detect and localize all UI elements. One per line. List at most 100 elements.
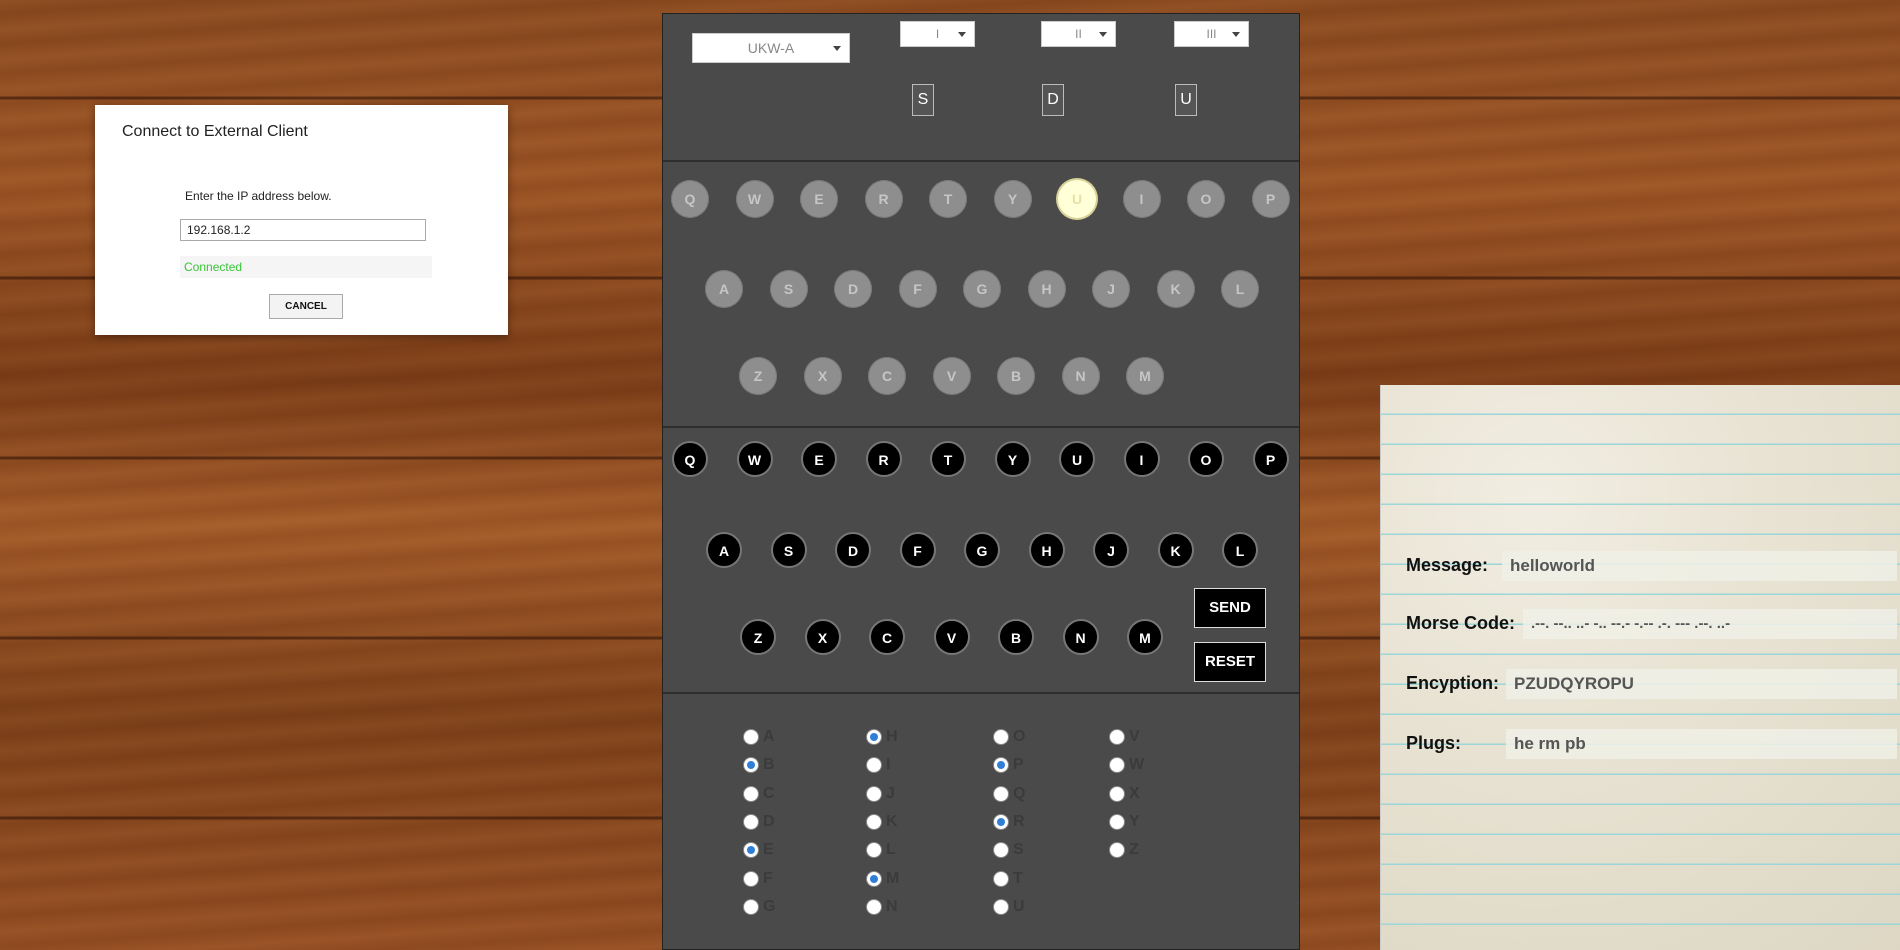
plug-radio[interactable] [993, 757, 1009, 774]
plug-radio[interactable] [743, 757, 759, 774]
plug-radio[interactable] [743, 785, 759, 802]
plug-radio[interactable] [1109, 842, 1125, 859]
key-u[interactable]: U [1059, 441, 1095, 477]
key-v[interactable]: V [933, 619, 970, 655]
plug-label: Q [1013, 784, 1026, 802]
key-j[interactable]: J [1093, 532, 1129, 568]
key-m[interactable]: M [1127, 619, 1163, 655]
plug-radio[interactable] [743, 729, 759, 745]
key-k[interactable]: K [1157, 532, 1194, 568]
rotor-2-position[interactable]: D [1042, 84, 1064, 116]
send-button[interactable]: SEND [1194, 588, 1266, 628]
chevron-down-icon [1099, 32, 1107, 37]
plug-radio[interactable] [866, 813, 882, 830]
plug-radio[interactable] [743, 870, 759, 887]
lamp-x: X [803, 357, 842, 395]
plug-radio[interactable] [993, 785, 1009, 802]
lamp-b: B [997, 357, 1035, 395]
lamp-z: Z [739, 357, 777, 395]
lamp-p: P [1251, 180, 1290, 218]
encryption-field[interactable]: PZUDQYROPU [1506, 669, 1897, 699]
enigma-machine: UKW-A I II III S D U QWERTYUIOPASDFGHJKL… [662, 13, 1300, 950]
key-w[interactable]: W [736, 441, 773, 477]
lamp-v: V [932, 357, 971, 395]
rotor-3-select[interactable]: III [1174, 21, 1249, 47]
plug-radio[interactable] [866, 729, 882, 745]
plug-radio[interactable] [866, 898, 882, 915]
plug-label: T [1013, 869, 1023, 887]
plug-radio[interactable] [993, 729, 1009, 745]
key-d[interactable]: D [835, 532, 871, 568]
rotor-1-label: I [935, 27, 940, 41]
rotor-3-position[interactable]: U [1175, 84, 1197, 116]
reset-button[interactable]: RESET [1194, 642, 1266, 682]
key-a[interactable]: A [706, 532, 742, 568]
plug-radio[interactable] [743, 842, 759, 859]
lamp-i: I [1122, 180, 1161, 218]
plug-label: G [763, 897, 776, 915]
lamp-m: M [1126, 357, 1164, 395]
plug-label: N [886, 897, 898, 915]
plug-radio[interactable] [993, 842, 1009, 859]
plug-radio[interactable] [866, 842, 882, 859]
key-z[interactable]: Z [740, 619, 776, 655]
plug-label: K [886, 812, 898, 830]
lamp-f: F [898, 270, 937, 308]
key-t[interactable]: T [930, 441, 966, 477]
rotor-1-select[interactable]: I [900, 21, 975, 47]
key-h[interactable]: H [1028, 532, 1065, 568]
lamp-l: L [1221, 270, 1259, 308]
rotor-3-label: III [1206, 27, 1217, 41]
plug-radio[interactable] [1109, 813, 1125, 830]
plug-label: M [886, 869, 900, 887]
plug-radio[interactable] [866, 785, 882, 802]
plug-radio[interactable] [866, 870, 882, 887]
plug-label: I [886, 756, 891, 774]
message-field[interactable]: helloworld [1502, 551, 1897, 581]
key-f[interactable]: F [899, 532, 936, 568]
ip-prompt: Enter the IP address below. [185, 189, 332, 203]
ip-address-input[interactable]: 192.168.1.2 [180, 219, 426, 241]
cancel-button[interactable]: CANCEL [269, 294, 343, 319]
lamp-g: G [963, 270, 1001, 308]
plug-label: W [1129, 756, 1145, 774]
key-e[interactable]: E [801, 441, 837, 477]
rotor-2-select[interactable]: II [1041, 21, 1116, 47]
key-i[interactable]: I [1123, 441, 1160, 477]
key-n[interactable]: N [1062, 619, 1099, 655]
plug-label: L [886, 841, 896, 859]
key-q[interactable]: Q [672, 441, 708, 477]
plug-radio[interactable] [743, 813, 759, 830]
reflector-value: UKW-A [747, 40, 795, 56]
rotor-1-position[interactable]: S [912, 84, 934, 116]
plug-radio[interactable] [993, 813, 1009, 830]
plug-radio[interactable] [1109, 729, 1125, 745]
key-l[interactable]: L [1222, 532, 1258, 568]
plug-label: J [886, 784, 895, 802]
notepad: Message: helloworld Morse Code: .--. --.… [1380, 385, 1900, 950]
reflector-select[interactable]: UKW-A [692, 33, 850, 63]
key-x[interactable]: X [804, 619, 841, 655]
plug-radio[interactable] [993, 870, 1009, 887]
key-o[interactable]: O [1188, 441, 1224, 477]
plug-label: Y [1129, 812, 1140, 830]
key-y[interactable]: Y [994, 441, 1031, 477]
lamp-j: J [1092, 270, 1130, 308]
key-b[interactable]: B [998, 619, 1034, 655]
lamp-t: T [929, 180, 967, 218]
plug-radio[interactable] [993, 898, 1009, 915]
plug-radio[interactable] [1109, 757, 1125, 774]
plug-radio[interactable] [866, 757, 882, 774]
key-r[interactable]: R [865, 441, 902, 477]
morse-field[interactable]: .--. --.. ..- -.. --.- -.-- .-. --- .--.… [1523, 609, 1897, 639]
key-g[interactable]: G [964, 532, 1000, 568]
key-p[interactable]: P [1252, 441, 1289, 477]
key-c[interactable]: C [869, 619, 905, 655]
plug-radio[interactable] [743, 898, 759, 915]
plug-label: X [1129, 784, 1140, 802]
plug-label: C [763, 784, 775, 802]
key-s[interactable]: S [770, 532, 807, 568]
plug-radio[interactable] [1109, 785, 1125, 802]
plugs-field[interactable]: he rm pb [1506, 729, 1897, 759]
plug-label: P [1013, 756, 1024, 774]
